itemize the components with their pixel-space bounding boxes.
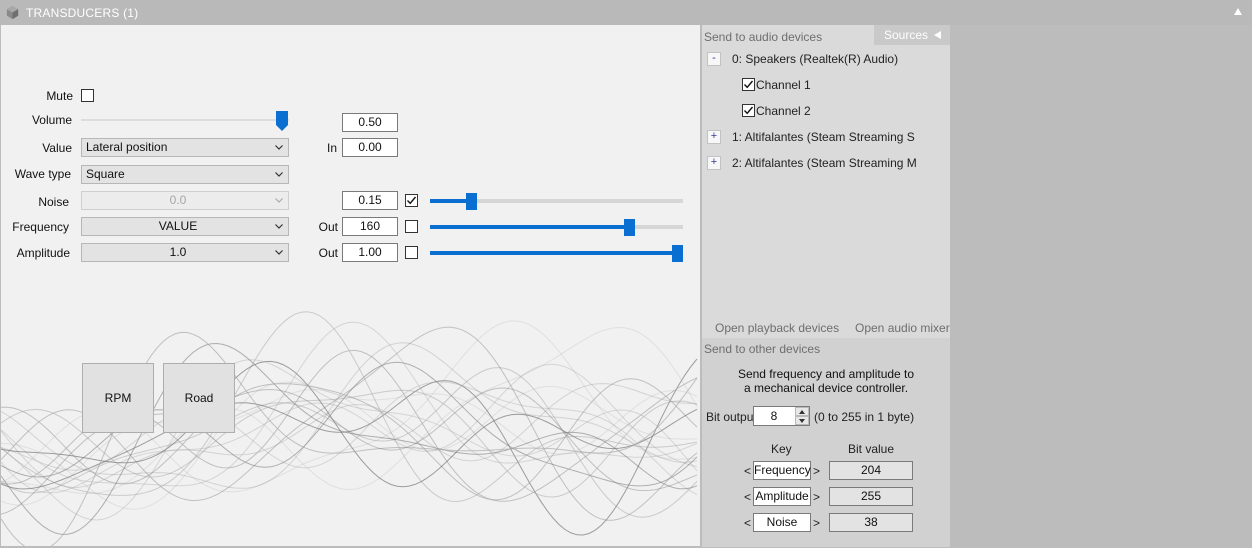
- arrow-up-icon: [799, 410, 805, 414]
- channel-2-checkbox[interactable]: [742, 104, 755, 117]
- road-button[interactable]: Road: [163, 363, 235, 433]
- volume-slider-track[interactable]: [81, 119, 289, 121]
- key-next-arrow[interactable]: >: [813, 464, 820, 478]
- value-dropdown[interactable]: Lateral position: [81, 138, 289, 157]
- device-0-toggle[interactable]: -: [707, 52, 721, 66]
- noise-slider-fill: [430, 199, 471, 203]
- wave-type-label: Wave type: [14, 167, 71, 181]
- other-devices-description: Send frequency and amplitude to a mechan…: [702, 367, 950, 395]
- device-2-name[interactable]: 2: Altifalantes (Steam Streaming M: [732, 156, 917, 170]
- bit-output-label: Bit output: [706, 410, 757, 424]
- mute-checkbox[interactable]: [81, 89, 94, 102]
- spinner-down-button[interactable]: [795, 416, 809, 425]
- key-field[interactable]: Amplitude: [753, 487, 811, 506]
- value-label: Value: [42, 141, 72, 155]
- checkmark-icon: [743, 80, 754, 89]
- in-value-field[interactable]: 0.00: [342, 138, 398, 157]
- amplitude-label: Amplitude: [16, 246, 70, 260]
- amplitude-dropdown-text: 1.0: [169, 245, 187, 259]
- frequency-slider[interactable]: [430, 219, 683, 236]
- noise-value-field[interactable]: 0.15: [342, 191, 398, 210]
- bit-value-field: 38: [829, 513, 913, 532]
- noise-label: Noise: [38, 195, 69, 209]
- frequency-dropdown[interactable]: VALUE: [81, 217, 289, 236]
- bit-value-field: 204: [829, 461, 913, 480]
- key-field[interactable]: Noise: [753, 513, 811, 532]
- audio-devices-panel: [702, 25, 950, 338]
- noise-slider[interactable]: [430, 193, 683, 210]
- frequency-checkbox[interactable]: [405, 220, 418, 233]
- arrow-down-icon: [799, 419, 805, 423]
- transducer-panel: Mute Volume 0.50 Value Lateral position …: [1, 25, 700, 546]
- rpm-button[interactable]: RPM: [82, 363, 154, 433]
- device-0-name[interactable]: 0: Speakers (Realtek(R) Audio): [732, 52, 898, 66]
- chevron-down-icon: [275, 172, 283, 177]
- chevron-down-icon: [275, 250, 283, 255]
- noise-dropdown: 0.0: [81, 191, 289, 210]
- description-line-2: a mechanical device controller.: [743, 381, 909, 395]
- open-audio-mixer-link[interactable]: Open audio mixer: [855, 321, 950, 335]
- volume-label: Volume: [31, 113, 72, 127]
- in-label: In: [326, 141, 337, 155]
- amplitude-slider-fill: [430, 251, 677, 255]
- cube-app-icon: [6, 5, 19, 20]
- frequency-value-field[interactable]: 160: [342, 217, 398, 236]
- chevron-down-icon: [275, 198, 283, 203]
- key-column-header: Key: [771, 442, 792, 456]
- key-prev-arrow[interactable]: <: [744, 464, 751, 478]
- wave-type-dropdown[interactable]: Square: [81, 165, 289, 184]
- channel-1-checkbox[interactable]: [742, 78, 755, 91]
- value-dropdown-text: Lateral position: [86, 140, 168, 154]
- window-title: TRANSDUCERS (1): [26, 6, 139, 20]
- mute-label: Mute: [46, 89, 73, 103]
- noise-slider-thumb[interactable]: [466, 193, 477, 210]
- title-bar: TRANSDUCERS (1): [0, 0, 1252, 25]
- chevron-down-icon: [275, 145, 283, 150]
- device-1-name[interactable]: 1: Altifalantes (Steam Streaming S: [732, 130, 915, 144]
- key-prev-arrow[interactable]: <: [744, 490, 751, 504]
- checkmark-icon: [743, 106, 754, 115]
- sources-tab-label: Sources: [884, 28, 929, 42]
- channel-2-label[interactable]: Channel 2: [756, 104, 811, 118]
- volume-slider-thumb[interactable]: [276, 111, 288, 131]
- device-1-toggle[interactable]: +: [707, 130, 721, 144]
- channel-1-label[interactable]: Channel 1: [756, 78, 811, 92]
- audio-devices-header: Send to audio devices: [704, 30, 823, 44]
- noise-checkbox[interactable]: [405, 194, 418, 207]
- key-next-arrow[interactable]: >: [813, 490, 820, 504]
- amplitude-checkbox[interactable]: [405, 246, 418, 259]
- key-prev-arrow[interactable]: <: [744, 516, 751, 530]
- sources-tab[interactable]: Sources: [874, 25, 950, 45]
- key-next-arrow[interactable]: >: [813, 516, 820, 530]
- frequency-dropdown-text: VALUE: [158, 219, 198, 233]
- bit-value-column-header: Bit value: [848, 442, 895, 456]
- key-field[interactable]: Frequency: [753, 461, 811, 480]
- frequency-label: Frequency: [12, 220, 69, 234]
- amplitude-slider[interactable]: [430, 245, 683, 262]
- amplitude-dropdown[interactable]: 1.0: [81, 243, 289, 262]
- bit-value-field: 255: [829, 487, 913, 506]
- chevron-left-icon: [934, 31, 941, 39]
- bit-output-hint: (0 to 255 in 1 byte): [814, 410, 915, 424]
- frequency-slider-fill: [430, 225, 629, 229]
- chevron-down-icon: [275, 224, 283, 229]
- volume-value-field[interactable]: 0.50: [342, 113, 398, 132]
- spinner-up-button[interactable]: [795, 407, 809, 416]
- checkmark-icon: [406, 196, 417, 205]
- bit-output-spinner[interactable]: 8: [753, 406, 810, 426]
- device-2-toggle[interactable]: +: [707, 156, 721, 170]
- frequency-out-label: Out: [318, 220, 338, 234]
- other-devices-header: Send to other devices: [704, 342, 821, 356]
- amplitude-slider-thumb[interactable]: [672, 245, 683, 262]
- frequency-slider-thumb[interactable]: [624, 219, 635, 236]
- amplitude-value-field[interactable]: 1.00: [342, 243, 398, 262]
- description-line-1: Send frequency and amplitude to: [737, 367, 915, 381]
- bit-output-value: 8: [770, 409, 778, 423]
- open-playback-devices-link[interactable]: Open playback devices: [715, 321, 839, 335]
- noise-dropdown-text: 0.0: [169, 193, 187, 207]
- collapse-up-icon[interactable]: [1233, 7, 1243, 17]
- amplitude-out-label: Out: [318, 246, 338, 260]
- wave-type-dropdown-text: Square: [86, 167, 125, 181]
